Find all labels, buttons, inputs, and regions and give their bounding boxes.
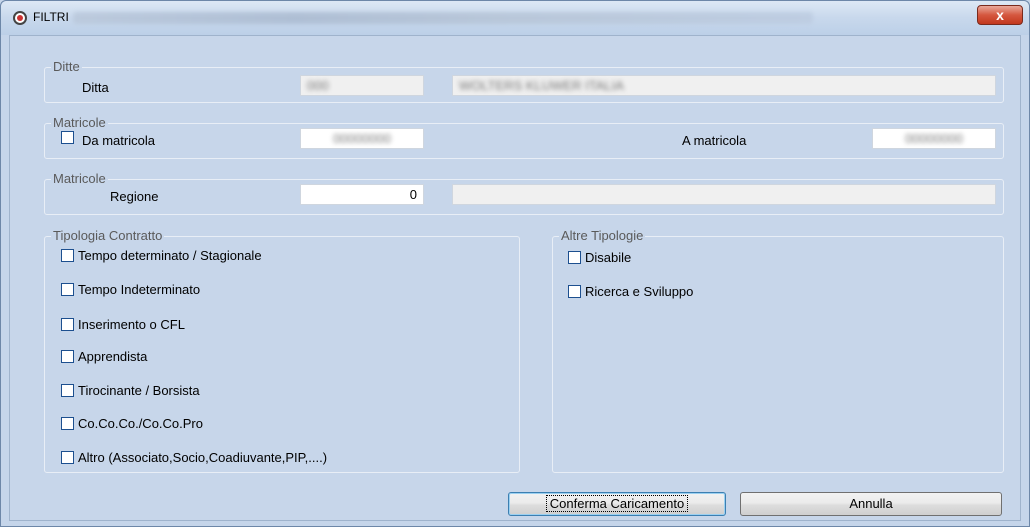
checkbox-label: Ricerca e Sviluppo [585,284,694,299]
ditte-legend: Ditte [51,59,82,74]
ditta-name-field: WOLTERS KLUWER ITALIA [452,75,996,96]
checkbox-label: Co.Co.Co./Co.Co.Pro [78,416,203,431]
altre-legend: Altre Tipologie [559,228,646,243]
da-matricola-checkbox[interactable] [61,131,74,144]
conferma-caricamento-label: Conferma Caricamento [545,495,689,512]
regione-desc-field [452,184,996,205]
checkbox-label: Tempo determinato / Stagionale [78,248,262,263]
regione-code-field[interactable]: 0 [300,184,424,205]
checkbox[interactable] [61,451,74,464]
checkbox[interactable] [61,417,74,430]
checkbox-label: Altro (Associato,Socio,Coadiuvante,PIP,.… [78,450,328,465]
checkbox-label: Tempo Indeterminato [78,282,201,297]
da-matricola-label: Da matricola [82,133,155,148]
window-title: FILTRI [33,10,69,24]
altre-tipologie-group: Altre Tipologie [552,228,1004,473]
checkbox[interactable] [61,249,74,262]
ditta-label: Ditta [82,80,109,95]
matricole-group: Matricole [44,115,1004,159]
checkbox[interactable] [61,318,74,331]
radio-icon [13,11,27,25]
checkbox[interactable] [61,283,74,296]
regione-label: Regione [110,189,159,204]
a-matricola-label: A matricola [682,133,747,148]
checkbox[interactable] [61,384,74,397]
a-matricola-value: 00000000 [905,131,963,146]
ditta-code-value: 000 [307,78,329,93]
annulla-label: Annulla [849,496,893,511]
close-icon: x [996,7,1004,23]
title-bar[interactable]: FILTRI x [1,1,1029,35]
ditta-code-field[interactable]: 000 [300,75,424,96]
dialog-body: Ditte Ditta 000 WOLTERS KLUWER ITALIA Ma… [9,35,1021,521]
checkbox[interactable] [568,285,581,298]
da-matricola-value: 00000000 [333,131,391,146]
annulla-button[interactable]: Annulla [740,492,1002,516]
checkbox-label: Inserimento o CFL [78,317,185,332]
checkbox[interactable] [61,350,74,363]
checkbox-label: Tirocinante / Borsista [78,383,200,398]
tipologia-legend: Tipologia Contratto [51,228,165,243]
ditta-name-value: WOLTERS KLUWER ITALIA [459,78,624,93]
checkbox-label: Disabile [585,250,632,265]
a-matricola-field[interactable]: 00000000 [872,128,996,149]
conferma-caricamento-button[interactable]: Conferma Caricamento [508,492,726,516]
regione-code-value: 0 [409,187,417,202]
regione-group-legend: Matricole [51,171,108,186]
checkbox-label: Apprendista [78,349,148,364]
title-bar-tabs-blurred [73,12,813,24]
matricole-legend: Matricole [51,115,108,130]
da-matricola-field[interactable]: 00000000 [300,128,424,149]
filtri-dialog: FILTRI x Ditte Ditta 000 WOLTERS KLUWER … [0,0,1030,527]
close-button[interactable]: x [977,5,1023,25]
checkbox[interactable] [568,251,581,264]
